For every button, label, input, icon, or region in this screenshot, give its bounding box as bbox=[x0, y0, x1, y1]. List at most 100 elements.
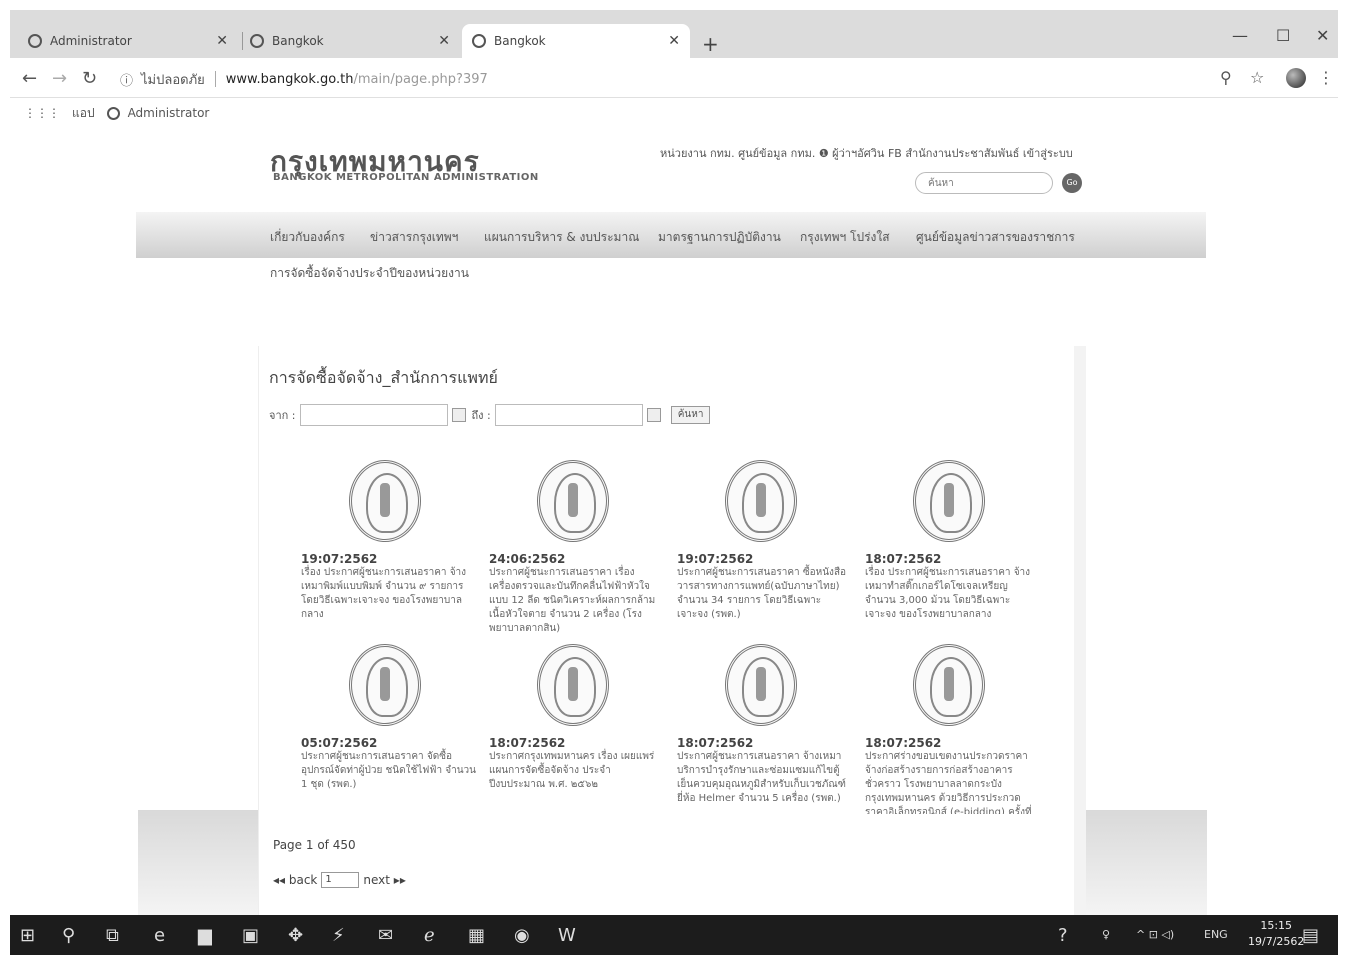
to-date-input[interactable] bbox=[494, 404, 643, 426]
reload-icon[interactable]: ↻ bbox=[82, 68, 97, 89]
submenu-procurement[interactable]: การจัดซื้อจัดจ้างประจำปีของหน่วยงาน bbox=[270, 264, 469, 283]
browser-toolbar: ← → ↻ ⓘ ไม่ปลอดภัย www.bangkok.go.th /ma… bbox=[10, 58, 1338, 98]
address-bar[interactable]: ⓘ ไม่ปลอดภัย www.bangkok.go.th /main/pag… bbox=[120, 66, 1290, 92]
to-label: ถึง : bbox=[471, 409, 491, 422]
item-description[interactable]: เรื่อง ประกาศผู้ชนะการเสนอราคา จ้างเหมาพ… bbox=[301, 566, 476, 622]
windows-taskbar: ⊞ ⚲ ⧉ e ▆ ▣ ✥ ⚡ ✉ ℯ ▦ ◉ W ? ♀ ^ ⊡ ◁) ENG… bbox=[10, 915, 1338, 955]
bma-seal-image bbox=[349, 644, 421, 726]
item-date: 18:07:2562 bbox=[865, 552, 942, 566]
back-link[interactable]: ◂◂ back bbox=[273, 873, 317, 887]
bookmarks-bar: ⋮⋮⋮ แอป Administrator bbox=[10, 98, 1338, 128]
tab-bangkok-active[interactable]: Bangkok ✕ bbox=[462, 24, 690, 58]
info-icon[interactable]: ⓘ bbox=[120, 70, 133, 89]
bookmark-apps[interactable]: แอป bbox=[72, 104, 95, 123]
top-links[interactable]: หน่วยงาน กทม. ศูนย์ข้อมูล กทม. ❶ ผู้ว่าฯ… bbox=[660, 144, 1073, 162]
notifications-icon[interactable]: ▤ bbox=[1302, 925, 1319, 946]
menu-item-about[interactable]: เกี่ยวกับองค์กร bbox=[270, 228, 345, 247]
bma-seal-image bbox=[349, 460, 421, 542]
clock-date: 19/7/2562 bbox=[1248, 935, 1305, 948]
site-search-input[interactable]: ค้นหา bbox=[915, 172, 1053, 194]
go-button[interactable]: Go bbox=[1062, 173, 1082, 193]
web-page: กรุงเทพมหานคร BANGKOK METROPOLITAN ADMIN… bbox=[10, 130, 1338, 915]
panel-title: การจัดซื้อจัดจ้าง_สำนักการแพทย์ bbox=[269, 368, 498, 387]
bma-seal-image bbox=[913, 460, 985, 542]
back-arrow-icon[interactable]: ← bbox=[22, 68, 37, 89]
list-item[interactable]: 18:07:2562 เรื่อง ประกาศผู้ชนะการเสนอราค… bbox=[865, 460, 1040, 622]
bma-seal-image bbox=[537, 460, 609, 542]
new-tab-icon[interactable]: + bbox=[702, 32, 719, 56]
close-icon[interactable]: ✕ bbox=[668, 33, 680, 49]
item-description[interactable]: ประกาศผู้ชนะการเสนอราคา จ้างเหมาบริการบำ… bbox=[677, 750, 852, 806]
tab-strip: Administrator ✕ Bangkok ✕ Bangkok ✕ + — … bbox=[10, 10, 1338, 58]
store-icon[interactable]: ▣ bbox=[242, 925, 259, 946]
site-logo-english: BANGKOK METROPOLITAN ADMINISTRATION bbox=[273, 172, 539, 183]
item-date: 19:07:2562 bbox=[301, 552, 378, 566]
tab-bangkok-1[interactable]: Bangkok ✕ bbox=[250, 24, 460, 58]
help-icon[interactable]: ? bbox=[1058, 925, 1068, 946]
globe-icon bbox=[250, 34, 264, 48]
tab-label: Bangkok bbox=[494, 34, 546, 48]
calendar-icon[interactable] bbox=[646, 408, 661, 422]
search-icon[interactable]: ⚲ bbox=[62, 925, 75, 946]
zoom-icon[interactable]: ⚲ bbox=[1220, 68, 1232, 87]
item-description[interactable]: ประกาศร่างขอบเขตงานประกวดราคาจ้างก่อสร้า… bbox=[865, 750, 1040, 814]
minimize-icon[interactable]: — bbox=[1232, 26, 1248, 45]
list-item[interactable]: 24:06:2562 ประกาศผู้ชนะการเสนอราคา เรื่อ… bbox=[489, 460, 664, 636]
windows-start-icon[interactable]: ⊞ bbox=[20, 925, 35, 946]
page-select[interactable]: 1 bbox=[321, 872, 360, 888]
item-date: 18:07:2562 bbox=[865, 736, 942, 750]
ie-icon[interactable]: ℯ bbox=[424, 925, 435, 946]
profile-avatar[interactable] bbox=[1286, 68, 1306, 88]
item-description[interactable]: ประกาศผู้ชนะการเสนอราคา ซื้อหนังสือวารสา… bbox=[677, 566, 852, 622]
bma-seal-image bbox=[913, 644, 985, 726]
calendar-icon[interactable] bbox=[451, 408, 466, 422]
star-icon[interactable]: ☆ bbox=[1250, 68, 1264, 87]
list-item[interactable]: 05:07:2562 ประกาศผู้ชนะการเสนอราคา จัดซื… bbox=[301, 644, 476, 792]
bookmark-admin[interactable]: Administrator bbox=[106, 106, 222, 120]
language-indicator[interactable]: ENG bbox=[1204, 928, 1228, 941]
tray-icons[interactable]: ^ ⊡ ◁) bbox=[1136, 928, 1174, 941]
menu-item-info-center[interactable]: ศูนย์ข้อมูลข่าวสารของราชการ bbox=[916, 228, 1075, 247]
search-button[interactable]: ค้นหา bbox=[670, 406, 711, 424]
item-description[interactable]: ประกาศกรุงเทพมหานคร เรื่อง เผยแพร่แผนการ… bbox=[489, 750, 664, 792]
list-item[interactable]: 18:07:2562 ประกาศกรุงเทพมหานคร เรื่อง เผ… bbox=[489, 644, 664, 792]
list-item[interactable]: 18:07:2562 ประกาศร่างขอบเขตงานประกวดราคา… bbox=[865, 644, 1040, 814]
menu-item-news[interactable]: ข่าวสารกรุงเทพฯ bbox=[370, 228, 458, 247]
photos-icon[interactable]: ▦ bbox=[468, 925, 485, 946]
maximize-icon[interactable]: ☐ bbox=[1276, 26, 1290, 45]
word-icon[interactable]: W bbox=[558, 925, 576, 946]
panel-scrollbar[interactable] bbox=[1074, 346, 1086, 915]
list-item[interactable]: 19:07:2562 เรื่อง ประกาศผู้ชนะการเสนอราค… bbox=[301, 460, 476, 622]
people-icon[interactable]: ♀ bbox=[1102, 928, 1110, 941]
next-link[interactable]: next ▸▸ bbox=[363, 873, 405, 887]
list-item[interactable]: 18:07:2562 ประกาศผู้ชนะการเสนอราคา จ้างเ… bbox=[677, 644, 852, 814]
from-date-input[interactable] bbox=[299, 404, 448, 426]
url-divider bbox=[214, 71, 216, 87]
file-explorer-icon[interactable]: ▆ bbox=[198, 925, 212, 946]
item-date: 18:07:2562 bbox=[489, 736, 566, 750]
menu-dots-icon[interactable]: ⋮ bbox=[1318, 68, 1334, 87]
item-description[interactable]: ประกาศผู้ชนะการเสนอราคา จัดซื้ออุปกรณ์จั… bbox=[301, 750, 476, 792]
forward-arrow-icon[interactable]: → bbox=[52, 68, 67, 89]
list-item[interactable]: 19:07:2562 ประกาศผู้ชนะการเสนอราคา ซื้อห… bbox=[677, 460, 852, 622]
close-icon[interactable]: ✕ bbox=[438, 33, 450, 49]
dropbox-icon[interactable]: ✥ bbox=[288, 925, 303, 946]
edge-icon[interactable]: e bbox=[154, 925, 165, 946]
task-view-icon[interactable]: ⧉ bbox=[106, 925, 119, 946]
menu-item-transparency[interactable]: กรุงเทพฯ โปร่งใส bbox=[800, 228, 890, 247]
mail-icon[interactable]: ✉ bbox=[378, 925, 393, 946]
tab-administrator[interactable]: Administrator ✕ bbox=[28, 24, 238, 58]
bma-seal-image bbox=[537, 644, 609, 726]
close-icon[interactable]: ✕ bbox=[216, 33, 228, 49]
close-window-icon[interactable]: ✕ bbox=[1316, 26, 1329, 45]
page-indicator: Page 1 of 450 bbox=[273, 838, 356, 852]
app-icon[interactable]: ⚡ bbox=[332, 925, 345, 946]
chrome-icon[interactable]: ◉ bbox=[514, 925, 530, 946]
item-description[interactable]: ประกาศผู้ชนะการเสนอราคา เรื่อง เครื่องตร… bbox=[489, 566, 664, 636]
clock[interactable]: 15:15 19/7/2562 bbox=[1248, 918, 1304, 950]
apps-grid-icon[interactable]: ⋮⋮⋮ bbox=[24, 106, 60, 120]
item-date: 19:07:2562 bbox=[677, 552, 754, 566]
item-description[interactable]: เรื่อง ประกาศผู้ชนะการเสนอราคา จ้างเหมาท… bbox=[865, 566, 1040, 622]
menu-item-plan-budget[interactable]: แผนการบริหาร & งบประมาณ bbox=[484, 228, 639, 247]
menu-item-standards[interactable]: มาตรฐานการปฏิบัติงาน bbox=[658, 228, 781, 247]
